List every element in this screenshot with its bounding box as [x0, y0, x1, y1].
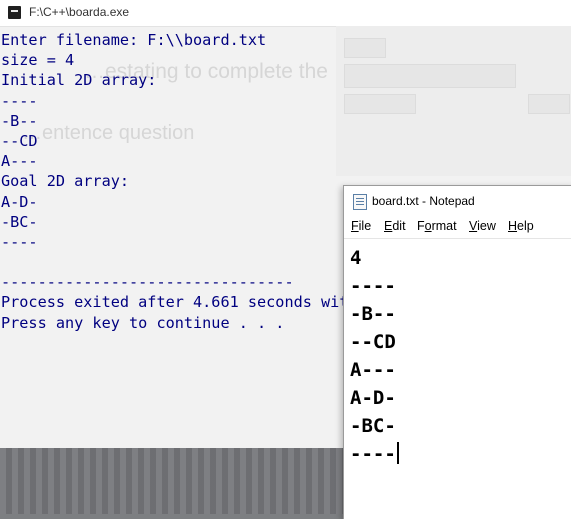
- notepad-text-area[interactable]: 4 ---- -B-- --CD A--- A-D- -BC- ----: [344, 238, 571, 519]
- console-titlebar[interactable]: F:\C++\boarda.exe: [0, 0, 571, 27]
- notepad-line: -BC-: [350, 415, 396, 437]
- console-line: A-D-: [1, 192, 38, 211]
- notepad-line: A-D-: [350, 387, 396, 409]
- notepad-window[interactable]: board.txt - Notepad File Edit Format Vie…: [343, 185, 571, 519]
- notepad-app-icon: [353, 194, 367, 210]
- console-output: Enter filename: F:\\board.txt size = 4 Ini…: [1, 30, 348, 333]
- notepad-last-line-text: ----: [350, 443, 396, 465]
- notepad-line: A---: [350, 359, 396, 381]
- menu-help-rest: elp: [517, 219, 534, 233]
- console-line: ----: [1, 91, 38, 110]
- menu-edit-rest: dit: [392, 219, 406, 233]
- menu-edit[interactable]: Edit: [384, 219, 406, 233]
- notepad-title: board.txt - Notepad: [372, 194, 475, 208]
- notepad-line: -B--: [350, 303, 396, 325]
- menu-help[interactable]: Help: [508, 219, 534, 233]
- menu-format[interactable]: Format: [417, 219, 457, 233]
- console-line: Enter filename: F:\\board.txt: [1, 31, 267, 49]
- notepad-menubar: File Edit Format View Help: [344, 215, 571, 237]
- background-toolbar: [344, 94, 416, 114]
- background-toolbar: [344, 64, 516, 88]
- console-line: A---: [1, 152, 38, 171]
- notepad-line: --CD: [350, 331, 396, 353]
- notepad-line: ----: [350, 440, 399, 468]
- menu-view-rest: iew: [477, 219, 496, 233]
- console-line: -B--: [1, 111, 38, 130]
- background-box: [528, 94, 570, 114]
- menu-file[interactable]: File: [351, 219, 371, 233]
- menu-file-accel: F: [351, 219, 359, 233]
- console-line: --CD: [1, 131, 38, 150]
- menu-help-accel: H: [508, 219, 518, 233]
- menu-view-accel: V: [469, 219, 478, 233]
- notepad-line: ----: [350, 275, 396, 297]
- console-line: Goal 2D array:: [1, 172, 130, 191]
- console-line: ----: [1, 232, 38, 251]
- console-line: --------------------------------: [1, 273, 294, 292]
- console-line: Press any key to continue . . .: [1, 313, 285, 332]
- console-line: Process exited after 4.661 seconds wit: [1, 293, 349, 312]
- notepad-titlebar[interactable]: board.txt - Notepad: [344, 186, 571, 215]
- console-line: size = 4: [1, 51, 75, 70]
- console-title: F:\C++\boarda.exe: [29, 5, 130, 19]
- menu-file-rest: ile: [358, 219, 372, 233]
- background-box: [344, 38, 386, 58]
- background-ide-panel: [336, 26, 571, 176]
- text-caret: [396, 442, 399, 464]
- console-app-icon: [8, 6, 21, 19]
- console-line: Initial 2D array:: [1, 71, 157, 90]
- menu-format-rest: rmat: [431, 219, 457, 233]
- console-line: -BC-: [1, 212, 38, 231]
- menu-view[interactable]: View: [469, 219, 496, 233]
- notepad-line: 4: [350, 247, 362, 269]
- menu-format-accel: o: [424, 219, 432, 233]
- menu-format-pre: F: [417, 219, 425, 233]
- notepad-content: 4 ---- -B-- --CD A--- A-D- -BC- ----: [350, 244, 399, 468]
